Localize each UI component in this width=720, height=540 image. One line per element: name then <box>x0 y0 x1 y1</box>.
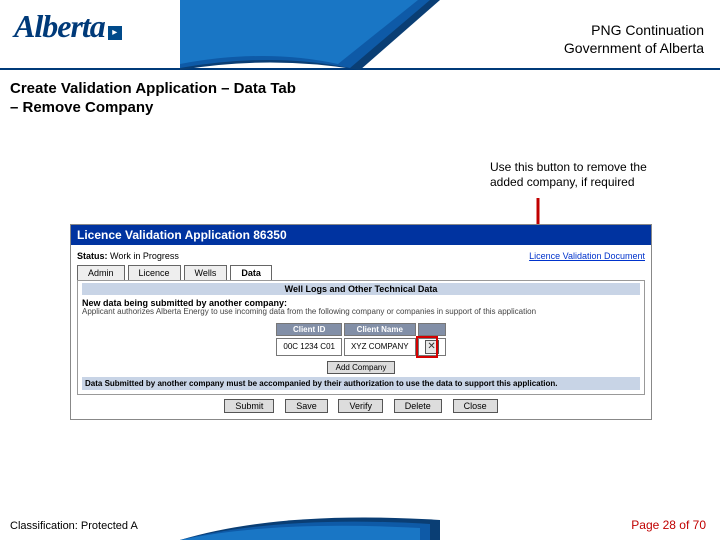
status-row: Status: Work in Progress Licence Validat… <box>77 251 645 261</box>
save-button[interactable]: Save <box>285 399 328 413</box>
header-title-line1: PNG Continuation <box>564 22 704 40</box>
action-button-row: Submit Save Verify Delete Close <box>77 399 645 413</box>
col-client-id: Client ID <box>276 323 342 336</box>
slide-title: Create Validation Application – Data Tab… <box>10 80 710 118</box>
logo-wordmark: Alberta <box>14 8 105 44</box>
data-submitted-note: Data Submitted by another company must b… <box>82 377 640 390</box>
alberta-logo: Alberta▸ <box>14 8 122 45</box>
callout-annotation: Use this button to remove the added comp… <box>490 160 670 190</box>
section-body: Applicant authorizes Alberta Energy to u… <box>82 308 640 317</box>
tab-wells[interactable]: Wells <box>184 265 228 280</box>
tab-admin[interactable]: Admin <box>77 265 125 280</box>
panel-title: Well Logs and Other Technical Data <box>82 283 640 295</box>
table-row: 00C 1234 C01 XYZ COMPANY ✕ <box>276 338 445 356</box>
header-title-block: PNG Continuation Government of Alberta <box>564 22 704 57</box>
slide-title-line2: – Remove Company <box>10 99 710 118</box>
licence-validation-document-link[interactable]: Licence Validation Document <box>529 251 645 261</box>
cell-client-name: XYZ COMPANY <box>344 338 416 356</box>
verify-button[interactable]: Verify <box>338 399 383 413</box>
logo-mark-icon: ▸ <box>108 26 122 40</box>
header-swoosh-graphic <box>180 0 440 70</box>
submit-button[interactable]: Submit <box>224 399 274 413</box>
table-header-row: Client ID Client Name <box>276 323 445 336</box>
slide-header: Alberta▸ PNG Continuation Government of … <box>0 0 720 70</box>
close-button[interactable]: Close <box>453 399 498 413</box>
add-company-button[interactable]: Add Company <box>327 361 396 374</box>
app-titlebar: Licence Validation Application 86350 <box>71 225 651 245</box>
tab-bar: Admin Licence Wells Data <box>77 265 645 280</box>
slide-footer: Classification: Protected A Page 28 of 7… <box>0 504 720 540</box>
remove-company-button[interactable]: ✕ <box>425 340 439 354</box>
delete-button[interactable]: Delete <box>394 399 442 413</box>
close-icon: ✕ <box>427 341 435 352</box>
tab-licence[interactable]: Licence <box>128 265 181 280</box>
page-number: Page 28 of 70 <box>631 518 706 532</box>
cell-client-id: 00C 1234 C01 <box>276 338 342 356</box>
classification-label: Classification: Protected A <box>10 520 138 532</box>
footer-swoosh-graphic <box>180 510 440 540</box>
client-table: Client ID Client Name 00C 1234 C01 XYZ C… <box>274 321 447 358</box>
col-remove <box>418 323 446 336</box>
slide-title-line1: Create Validation Application – Data Tab <box>10 80 710 99</box>
app-window: Licence Validation Application 86350 Sta… <box>70 224 652 420</box>
col-client-name: Client Name <box>344 323 416 336</box>
tab-data[interactable]: Data <box>230 265 272 280</box>
header-title-line2: Government of Alberta <box>564 40 704 58</box>
status-text: Status: Work in Progress <box>77 251 179 261</box>
tab-panel-data: Well Logs and Other Technical Data New d… <box>77 280 645 395</box>
